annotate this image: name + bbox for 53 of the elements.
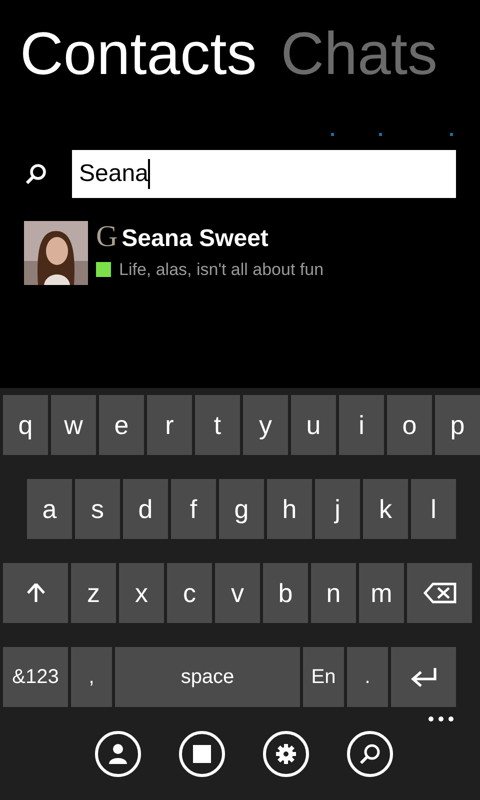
- keyboard-key[interactable]: v: [215, 563, 260, 623]
- more-dots-icon[interactable]: [428, 716, 454, 722]
- keyboard-key[interactable]: w: [51, 395, 96, 455]
- app-bar-button[interactable]: [263, 731, 309, 777]
- keyboard-key[interactable]: g: [219, 479, 264, 539]
- status-message: Life, alas, isn't all about fun: [119, 259, 324, 281]
- keyboard-key[interactable]: x: [119, 563, 164, 623]
- keyboard-key[interactable]: h: [267, 479, 312, 539]
- keyboard-key[interactable]: d: [123, 479, 168, 539]
- app-bar-button[interactable]: [347, 731, 393, 777]
- keyboard-key[interactable]: b: [263, 563, 308, 623]
- keyboard-key[interactable]: ,: [71, 647, 112, 707]
- keyboard-key[interactable]: .: [347, 647, 388, 707]
- keyboard-key[interactable]: f: [171, 479, 216, 539]
- keyboard-key[interactable]: [391, 647, 456, 707]
- keyboard-key[interactable]: space: [115, 647, 300, 707]
- keyboard-key[interactable]: &123: [3, 647, 68, 707]
- keyboard-key[interactable]: p: [435, 395, 480, 455]
- keyboard-key[interactable]: k: [363, 479, 408, 539]
- keyboard-key[interactable]: En: [303, 647, 344, 707]
- settings-icon: [276, 744, 296, 764]
- contact-name[interactable]: Seana Sweet: [122, 223, 268, 255]
- search-icon: [25, 163, 47, 185]
- app-bar-button[interactable]: [179, 731, 225, 777]
- pivot-header[interactable]: Chats: [280, 18, 438, 90]
- keyboard-key[interactable]: q: [3, 395, 48, 455]
- keyboard-key[interactable]: t: [195, 395, 240, 455]
- keyboard-key[interactable]: y: [243, 395, 288, 455]
- keyboard-key[interactable]: o: [387, 395, 432, 455]
- keyboard-key[interactable]: l: [411, 479, 456, 539]
- search-icon: [359, 743, 381, 765]
- keyboard-key[interactable]: i: [339, 395, 384, 455]
- person-icon: [108, 743, 128, 765]
- enter-arrow-icon: [410, 667, 438, 687]
- keyboard-key[interactable]: j: [315, 479, 360, 539]
- keyboard-key[interactable]: z: [71, 563, 116, 623]
- pivot-header[interactable]: Contacts: [20, 18, 257, 90]
- keyboard-key[interactable]: a: [27, 479, 72, 539]
- keyboard-key[interactable]: u: [291, 395, 336, 455]
- keyboard-key[interactable]: [407, 563, 472, 623]
- keyboard-key[interactable]: c: [167, 563, 212, 623]
- keyboard-key[interactable]: r: [147, 395, 192, 455]
- keyboard-key[interactable]: m: [359, 563, 404, 623]
- keyboard-key[interactable]: s: [75, 479, 120, 539]
- search-field[interactable]: Seana: [72, 150, 456, 198]
- keyboard-key[interactable]: [3, 563, 68, 623]
- square-icon: [193, 745, 211, 763]
- keyboard-key[interactable]: n: [311, 563, 356, 623]
- app-bar-button[interactable]: [95, 731, 141, 777]
- network-letter: G: [96, 221, 118, 253]
- keyboard-key[interactable]: e: [99, 395, 144, 455]
- backspace-icon: [422, 582, 456, 604]
- shift-arrow-icon: [26, 583, 44, 603]
